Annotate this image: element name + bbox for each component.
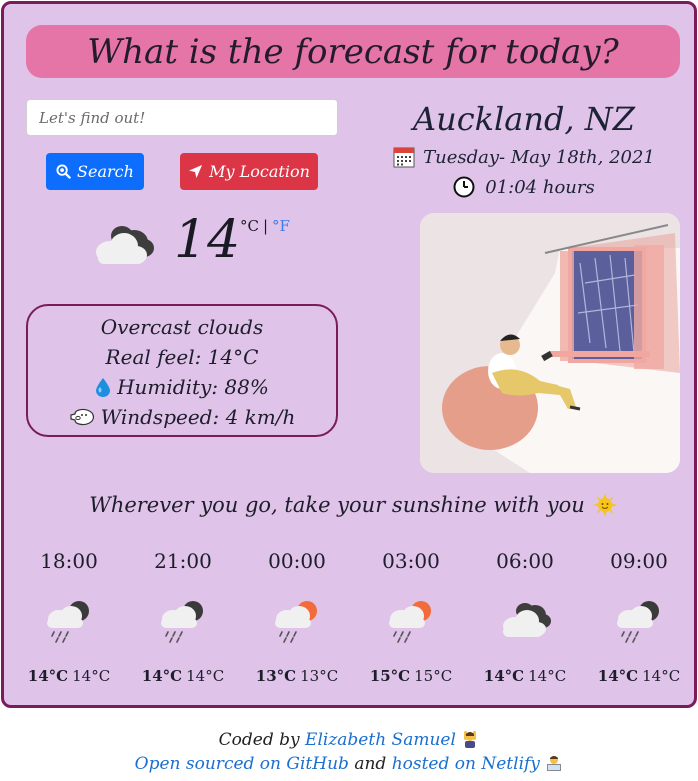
- windspeed: Windspeed: 4 km/h: [100, 405, 296, 429]
- description-row: Overcast clouds: [28, 312, 336, 342]
- clock-icon: [453, 176, 475, 198]
- city-search-input[interactable]: [26, 99, 338, 136]
- unit-toggle: °C | °F: [240, 217, 290, 235]
- city-name: Auckland, NZ: [412, 100, 635, 138]
- wind-face-icon: [70, 408, 94, 426]
- unit-separator: |: [262, 217, 269, 235]
- current-temperature: 14: [174, 210, 241, 270]
- weather-description: Overcast clouds: [100, 315, 264, 339]
- forecast-low: 14°C: [528, 667, 567, 685]
- netlify-link[interactable]: hosted on Netlify: [392, 754, 540, 774]
- windspeed-row: Windspeed: 4 km/h: [28, 402, 336, 432]
- forecast-time: 09:00: [610, 549, 668, 573]
- real-feel-row: Real feel: 14°C: [28, 342, 336, 372]
- location-arrow-icon: [189, 164, 203, 179]
- weather-card: What is the forecast for today? Search M…: [1, 1, 697, 708]
- weather-details-box: Overcast clouds Real feel: 14°C Humidity…: [26, 304, 338, 437]
- my-location-button[interactable]: My Location: [180, 153, 318, 190]
- cloud-rain-night-icon: [161, 601, 203, 643]
- footer-credit: Coded by Elizabeth Samuel: [0, 730, 698, 750]
- current-time: 01:04 hours: [485, 176, 595, 198]
- quote-line: Wherever you go, take your sunshine with…: [4, 493, 698, 517]
- author-link[interactable]: Elizabeth Samuel: [305, 730, 456, 750]
- forecast-temps: 14°C 14°C: [582, 667, 696, 685]
- page-title: What is the forecast for today?: [26, 25, 680, 78]
- laptop-technologist-icon: [547, 756, 562, 771]
- and-text: and: [354, 754, 387, 774]
- quote-text: Wherever you go, take your sunshine with…: [89, 493, 585, 517]
- forecast-high: 14°C: [141, 667, 183, 685]
- forecast-low: 14°C: [186, 667, 225, 685]
- fahrenheit-link[interactable]: °F: [272, 217, 290, 235]
- humidity: Humidity: 88%: [117, 375, 269, 399]
- search-icon: [56, 164, 71, 179]
- person-raising-hands-icon: [464, 731, 477, 748]
- cloud-overcast-icon: [96, 226, 154, 264]
- forecast-high: 15°C: [369, 667, 411, 685]
- hourly-forecast: 18:00 14°C 14°C 21:00 14°C 14°C 00:00 13…: [12, 549, 696, 699]
- droplet-icon: [96, 378, 111, 397]
- my-location-button-label: My Location: [209, 162, 310, 181]
- forecast-low: 14°C: [642, 667, 681, 685]
- forecast-temps: 15°C 15°C: [354, 667, 468, 685]
- humidity-row: Humidity: 88%: [28, 372, 336, 402]
- footer-links: Open sourced on GitHub and hosted on Net…: [0, 754, 698, 774]
- search-button[interactable]: Search: [46, 153, 144, 190]
- time-line: 01:04 hours: [374, 176, 674, 198]
- forecast-time: 00:00: [268, 549, 326, 573]
- forecast-high: 14°C: [597, 667, 639, 685]
- forecast-low: 15°C: [414, 667, 453, 685]
- cloud-rain-night-icon: [47, 601, 89, 643]
- forecast-temps: 14°C 14°C: [468, 667, 582, 685]
- search-button-label: Search: [77, 162, 134, 181]
- forecast-low: 14°C: [72, 667, 111, 685]
- cloud-rain-night-icon: [617, 601, 659, 643]
- forecast-time: 03:00: [382, 549, 440, 573]
- current-date: Tuesday- May 18th, 2021: [423, 146, 655, 168]
- forecast-high: 13°C: [255, 667, 297, 685]
- cloud-overcast-icon: [503, 603, 551, 637]
- sun-face-icon: [592, 493, 617, 517]
- forecast-temps: 14°C 14°C: [12, 667, 126, 685]
- celsius-unit[interactable]: °C: [240, 217, 259, 235]
- coded-by-text: Coded by: [218, 730, 300, 750]
- forecast-time: 18:00: [40, 549, 98, 573]
- date-line: Tuesday- May 18th, 2021: [374, 146, 674, 168]
- calendar-icon: [393, 147, 415, 168]
- forecast-temps: 13°C 13°C: [240, 667, 354, 685]
- cloud-rain-sun-icon: [389, 601, 431, 643]
- forecast-high: 14°C: [483, 667, 525, 685]
- person-by-window-illustration: [420, 213, 680, 473]
- forecast-temps: 14°C 14°C: [126, 667, 240, 685]
- cloud-rain-sun-icon: [275, 601, 317, 643]
- forecast-high: 14°C: [27, 667, 69, 685]
- forecast-time: 21:00: [154, 549, 212, 573]
- github-link[interactable]: Open sourced on GitHub: [135, 754, 349, 774]
- forecast-time: 06:00: [496, 549, 554, 573]
- real-feel: Real feel: 14°C: [105, 345, 259, 369]
- weather-illustration: [420, 213, 680, 473]
- forecast-low: 13°C: [300, 667, 339, 685]
